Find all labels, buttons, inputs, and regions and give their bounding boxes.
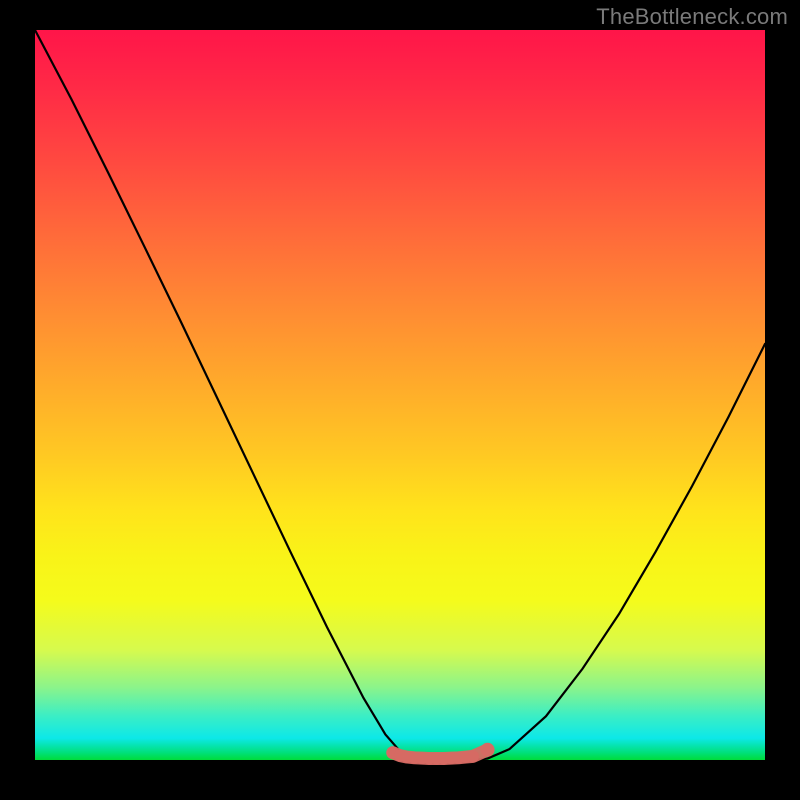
highlight-region — [387, 743, 495, 765]
curve-line — [35, 30, 765, 760]
plot-area — [35, 30, 765, 760]
chart-svg — [35, 30, 765, 760]
chart-frame: TheBottleneck.com — [0, 0, 800, 800]
watermark-text: TheBottleneck.com — [596, 4, 788, 30]
